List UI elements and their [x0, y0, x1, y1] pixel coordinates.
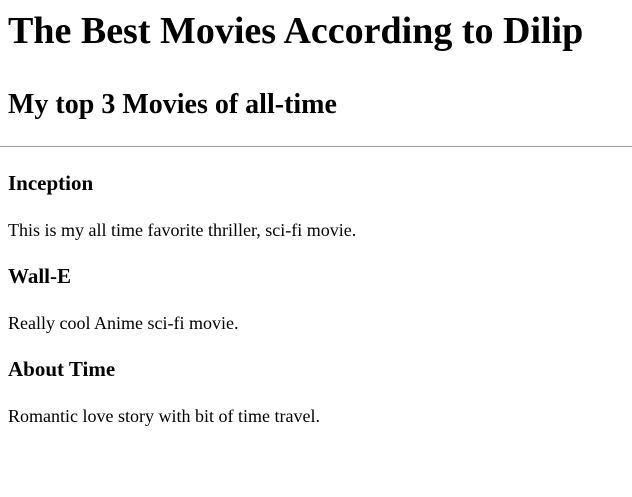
movie-description: This is my all time favorite thriller, s… [8, 220, 357, 240]
movie-description: Really cool Anime sci-fi movie. [8, 313, 239, 333]
movie-title: Wall-E [8, 264, 72, 288]
movie-item: Wall-E Really cool Anime sci-fi movie. [8, 240, 632, 333]
movie-title: Inception [8, 171, 94, 195]
movie-description: Romantic love story with bit of time tra… [8, 406, 320, 426]
movie-item: About Time Romantic love story with bit … [8, 333, 632, 426]
movie-title: About Time [8, 357, 116, 381]
page-title: The Best Movies According to Dilip [8, 10, 584, 52]
page-subtitle: My top 3 Movies of all-time [8, 89, 337, 120]
page-content: The Best Movies According to Dilip My to… [0, 0, 632, 426]
movie-item: Inception This is my all time favorite t… [8, 147, 632, 240]
